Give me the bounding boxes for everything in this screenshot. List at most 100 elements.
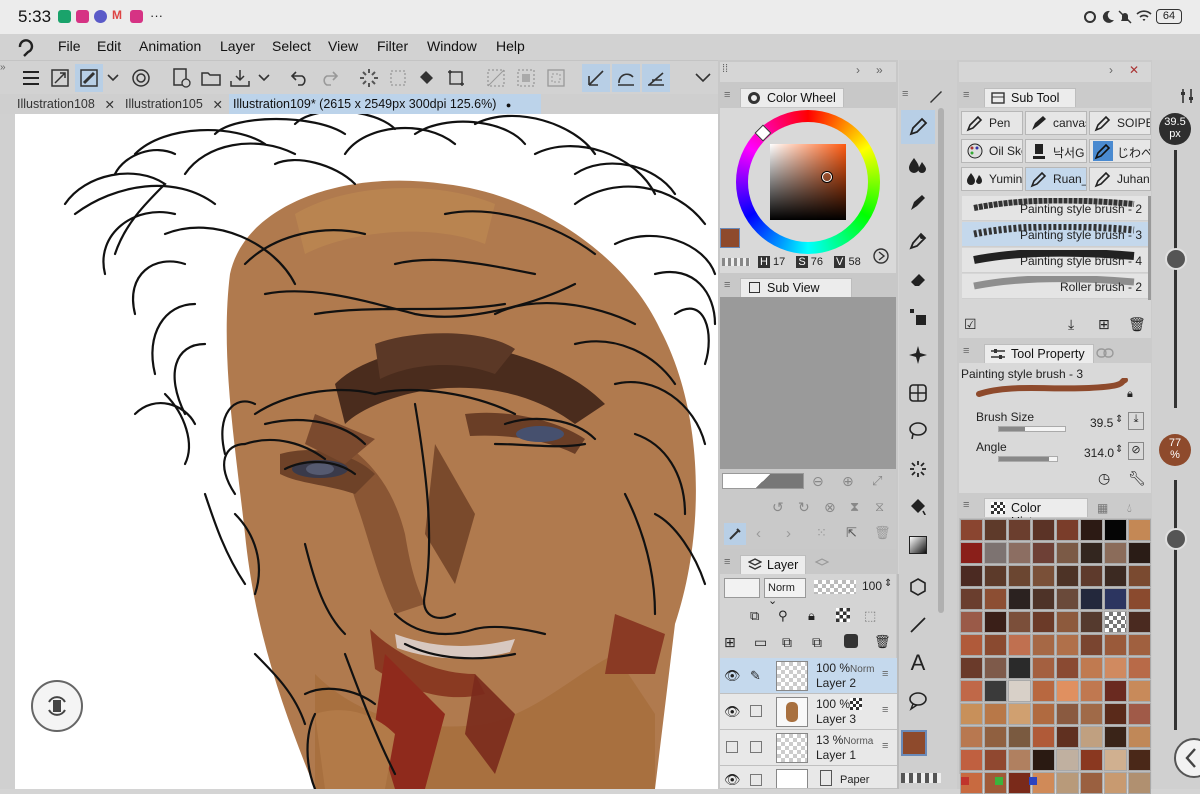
stepper-icon[interactable]: ⇕ [884,578,892,589]
color-history-swatch[interactable] [1104,611,1127,633]
opacity-slider-knob[interactable] [1165,528,1187,550]
sparkle-effect-tool-icon[interactable] [901,338,935,372]
color-history-swatch[interactable] [1032,542,1055,564]
color-history-swatch[interactable] [1008,588,1031,610]
color-set-icon[interactable]: ▦ [1097,501,1108,515]
angle-slider[interactable] [998,456,1058,462]
color-history-swatch[interactable] [1104,565,1127,587]
eyedropper-icon[interactable] [724,523,746,545]
color-history-swatch[interactable] [960,657,983,679]
import-image-icon[interactable]: ⇱ [846,525,857,541]
saturation-value-square[interactable] [770,144,846,220]
color-history-swatch[interactable] [984,749,1007,771]
color-history-swatch[interactable] [984,542,1007,564]
color-history-swatch[interactable] [1128,611,1151,633]
double-chevron-icon[interactable]: » [876,63,883,77]
import-subtool-icon[interactable]: ⤓ [1068,316,1074,333]
visibility-eye-icon[interactable]: 👁︎ [724,668,741,684]
special-ruler-snap-icon[interactable] [612,64,640,92]
panel-menu-icon[interactable]: ≡ [963,499,969,511]
color-history-swatch[interactable] [1080,565,1103,587]
color-history-swatch[interactable] [960,703,983,725]
tab-illustration109[interactable]: Illustration109* (2615 x 2549px 300dpi 1… [229,94,541,114]
main-color-swatch[interactable] [720,228,740,248]
color-history-swatch[interactable] [1008,680,1031,702]
color-history-swatch[interactable] [984,565,1007,587]
color-history-swatch[interactable] [1080,542,1103,564]
3d-object-tool-icon[interactable] [901,570,935,604]
zoom-in-icon[interactable]: ⊕ [842,473,854,490]
brush-size-indicator[interactable]: 39.5 px [1159,113,1191,145]
gradient-tool-icon[interactable] [901,528,935,562]
close-panel-icon[interactable]: ✕ [1129,63,1139,77]
color-history-swatch[interactable] [1008,565,1031,587]
color-history-swatch[interactable] [1104,749,1127,771]
color-history-swatch[interactable] [1008,772,1031,794]
loading-spinner-icon[interactable] [355,64,383,92]
color-history-swatch[interactable] [984,611,1007,633]
trash-icon[interactable]: 🗑 [874,525,891,541]
rail-settings-icon[interactable] [1180,88,1194,104]
color-history-swatch[interactable] [1128,703,1151,725]
color-history-swatch[interactable] [1080,519,1103,541]
chevron-right-icon[interactable]: › [1109,63,1113,77]
brush-size-rail-slider[interactable] [1174,150,1177,408]
layer-select-checkbox[interactable] [750,705,762,717]
tab-illustration108[interactable]: Illustration108 ✕ [17,94,121,114]
history-filter-blue[interactable] [1029,777,1037,785]
color-history-swatch[interactable] [960,749,983,771]
prev-image-icon[interactable]: ‹ [756,525,761,542]
pen-edit-icon[interactable]: ✎ [750,668,761,684]
magic-wand-tool-icon[interactable] [901,452,935,486]
color-history-swatch[interactable] [1008,519,1031,541]
color-history-swatch[interactable] [1056,657,1079,679]
tilt-icon[interactable]: ⊘ [1128,442,1144,460]
subtool-scrollbar[interactable] [1148,196,1151,300]
panel-expand-icon[interactable]: » [0,62,6,73]
color-history-swatch[interactable] [960,565,983,587]
color-history-swatch[interactable] [984,680,1007,702]
brush-mode-icon[interactable] [75,64,103,92]
color-history-swatch[interactable] [1008,542,1031,564]
color-history-swatch[interactable] [1032,588,1055,610]
lock-transparency-icon[interactable] [836,608,850,622]
tool-main-color[interactable] [901,730,927,756]
menu-select[interactable]: Select [272,38,311,54]
color-history-swatch[interactable] [1032,726,1055,748]
open-folder-icon[interactable] [197,64,225,92]
image-list-icon[interactable]: ⁙ [816,525,827,541]
color-history-swatch[interactable] [984,588,1007,610]
drag-handle-icon[interactable]: ≡ [882,668,888,680]
rotate-canvas-button[interactable] [31,680,83,732]
layer-color-select[interactable] [724,578,760,598]
color-history-swatch[interactable] [1104,726,1127,748]
pen-tool-icon[interactable] [901,110,935,144]
color-history-swatch[interactable] [1032,749,1055,771]
color-history-swatch[interactable] [1104,772,1127,794]
color-history-swatch[interactable] [960,726,983,748]
brush-size-slider-knob[interactable] [1165,248,1187,270]
menu-file[interactable]: File [58,38,81,54]
stepper-icon[interactable]: ⇕ [1115,444,1123,455]
layer-mask-icon[interactable] [844,634,858,648]
clip-layer-icon[interactable]: ⧉ [750,608,759,624]
opacity-slider[interactable] [814,580,856,594]
toolbar-collapse-chevron-icon[interactable] [690,64,716,92]
panel-menu-icon[interactable]: ≡ [724,556,730,568]
ruler-snap-icon[interactable] [582,64,610,92]
color-history-swatch[interactable] [1128,726,1151,748]
zoom-slider[interactable] [722,473,804,489]
lasso-tool-icon[interactable] [901,414,935,448]
drawing-canvas[interactable] [15,114,718,789]
color-history-swatch[interactable] [1056,611,1079,633]
color-history-swatch[interactable] [1008,611,1031,633]
color-history-swatch[interactable] [984,634,1007,656]
brush-painting-style-4[interactable]: Painting style brush - 4 [962,248,1148,273]
color-history-swatch[interactable] [1080,680,1103,702]
pen-pressure-icon[interactable]: ⤓ [1128,412,1144,430]
selection-inverse-icon[interactable] [512,64,540,92]
duplicate-subtool-icon[interactable]: ⊞ [1098,316,1110,333]
clock-reset-icon[interactable]: ◷ [1098,470,1110,487]
menu-edit[interactable]: Edit [97,38,121,54]
link-icon[interactable] [1096,347,1114,359]
